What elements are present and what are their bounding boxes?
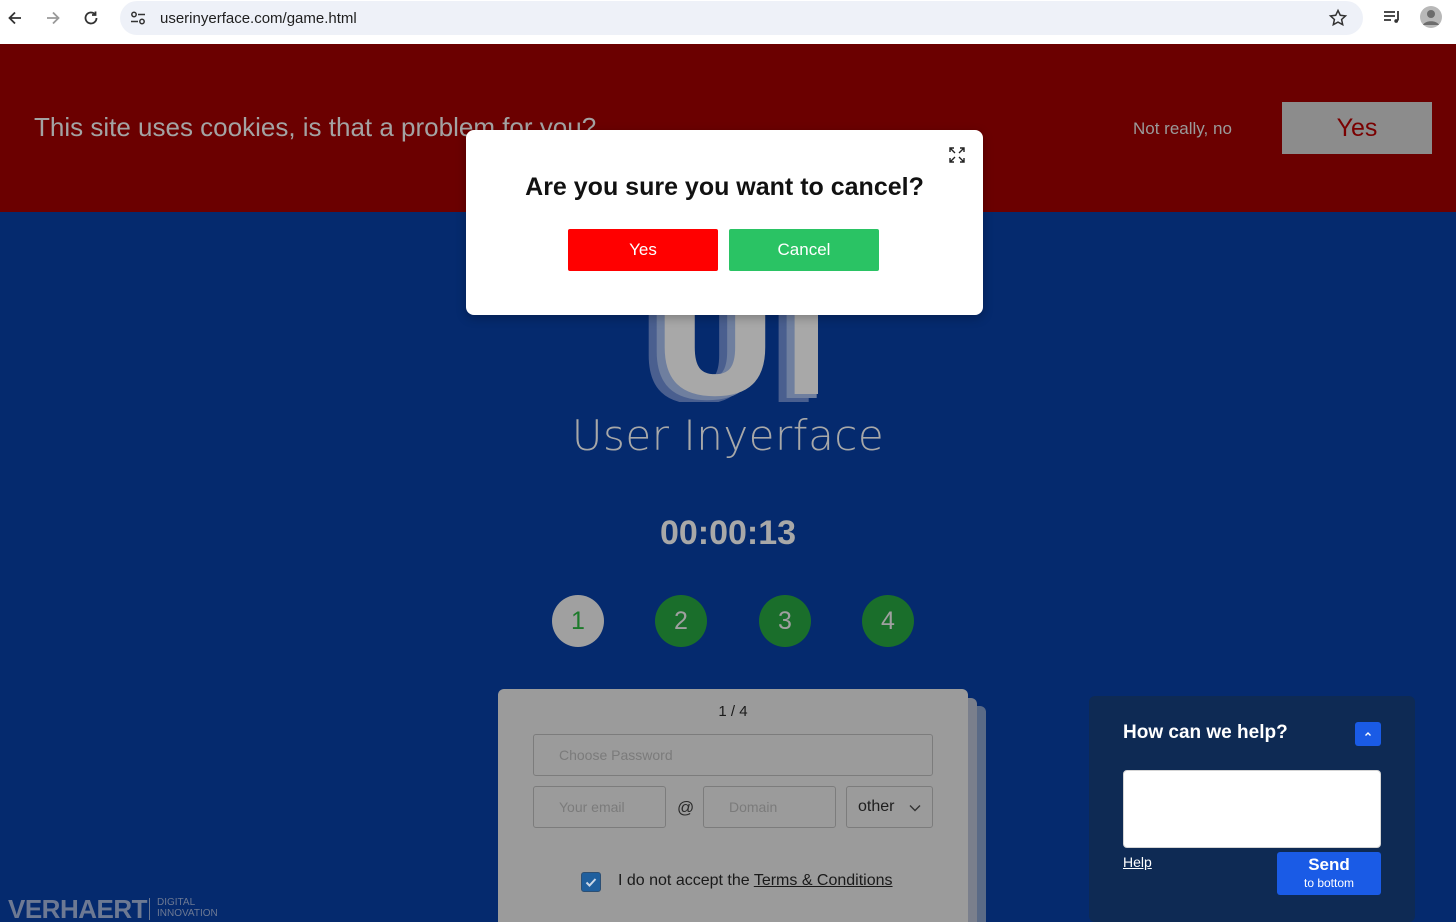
browser-toolbar: userinyerface.com/game.html xyxy=(0,0,1456,44)
dialog-yes-button[interactable]: Yes xyxy=(568,229,718,271)
login-card: 1 / 4 Choose Password Your email @ Domai… xyxy=(498,689,968,922)
step-2: 2 xyxy=(655,595,707,647)
terms-text: I do not accept the xyxy=(618,872,754,889)
dialog-title: Are you sure you want to cancel? xyxy=(525,173,924,201)
forward-button[interactable] xyxy=(41,6,65,30)
logo-sub-line1: DIGITAL xyxy=(157,897,196,908)
help-message-textarea[interactable] xyxy=(1123,770,1381,848)
help-title: How can we help? xyxy=(1123,722,1288,743)
password-input[interactable]: Choose Password xyxy=(533,734,933,776)
at-sign: @ xyxy=(677,798,695,817)
help-collapse-button[interactable] xyxy=(1355,722,1381,746)
back-button[interactable] xyxy=(3,6,27,30)
expand-icon[interactable] xyxy=(947,145,967,165)
help-link[interactable]: Help xyxy=(1123,854,1152,870)
brand-name: User Inyerface xyxy=(571,411,885,460)
reload-button[interactable] xyxy=(79,6,103,30)
verhaert-logo: VERHAERT xyxy=(8,894,148,922)
logo-sub-line2: INNOVATION xyxy=(157,908,218,919)
back-arrow-icon xyxy=(8,11,21,25)
bookmark-star-icon[interactable] xyxy=(1328,8,1348,33)
cookie-accept-button[interactable]: Yes xyxy=(1282,102,1432,154)
tld-select[interactable]: other xyxy=(846,786,933,828)
send-label: Send xyxy=(1308,855,1350,874)
cancel-confirm-dialog: Are you sure you want to cancel? Yes Can… xyxy=(466,130,983,315)
step-4: 4 xyxy=(862,595,914,647)
chevron-up-icon xyxy=(1365,732,1371,736)
card-page-indicator: 1 / 4 xyxy=(718,703,748,720)
chevron-down-icon xyxy=(909,805,921,812)
send-button[interactable]: Send to bottom xyxy=(1277,852,1381,895)
terms-checkbox[interactable] xyxy=(581,872,601,892)
reading-list-icon[interactable] xyxy=(1381,6,1403,33)
reload-icon xyxy=(84,11,98,25)
email-input[interactable]: Your email xyxy=(533,786,666,828)
forward-arrow-icon xyxy=(47,11,60,25)
checkmark-icon xyxy=(585,878,597,887)
site-settings-icon[interactable] xyxy=(129,9,147,32)
step-1: 1 xyxy=(552,595,604,647)
cookie-decline-link[interactable]: Not really, no xyxy=(1133,119,1232,139)
verhaert-logo-subtitle: DIGITAL INNOVATION xyxy=(157,897,218,919)
page-viewport: This site uses cookies, is that a proble… xyxy=(0,44,1456,922)
profile-avatar-icon[interactable] xyxy=(1419,5,1443,34)
logo-divider xyxy=(149,898,150,920)
domain-input[interactable]: Domain xyxy=(703,786,836,828)
help-widget: How can we help? Help Send to bottom xyxy=(1089,696,1415,922)
dialog-cancel-button[interactable]: Cancel xyxy=(729,229,879,271)
send-sublabel: to bottom xyxy=(1303,876,1355,890)
address-bar[interactable]: userinyerface.com/game.html xyxy=(120,1,1363,35)
terms-label: I do not accept the Terms & Conditions xyxy=(618,872,893,890)
tld-select-value: other xyxy=(858,798,895,815)
game-timer: 00:00:13 xyxy=(659,514,797,552)
url-text: userinyerface.com/game.html xyxy=(160,10,357,27)
terms-link[interactable]: Terms & Conditions xyxy=(754,872,893,889)
step-3: 3 xyxy=(759,595,811,647)
